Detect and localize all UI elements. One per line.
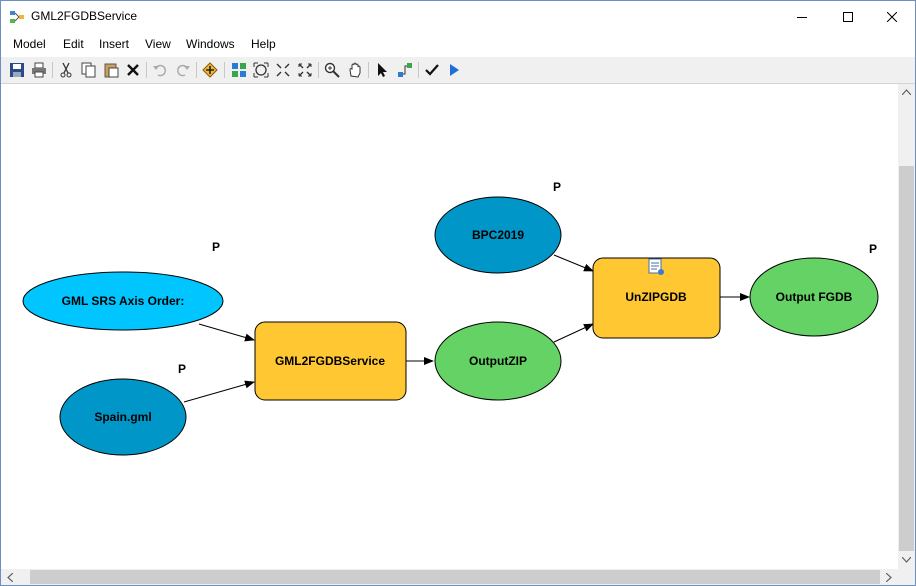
cut-icon xyxy=(60,62,72,78)
model-canvas[interactable]: GML SRS Axis Order: P Spain.gml P GML2FG… xyxy=(1,84,897,569)
paste-button[interactable] xyxy=(102,61,120,79)
parameter-marker: P xyxy=(212,240,220,254)
toolbar-separator xyxy=(318,62,319,78)
model-builder-icon xyxy=(10,11,24,23)
horizontal-scrollbar[interactable] xyxy=(1,569,898,585)
copy-icon xyxy=(81,62,96,78)
scroll-left-icon xyxy=(7,573,13,582)
validate-button[interactable] xyxy=(423,61,441,79)
vertical-scrollbar[interactable] xyxy=(898,84,915,569)
connector-outputzip-to-unzipgdb[interactable] xyxy=(553,323,594,343)
toolbar-separator xyxy=(418,62,419,78)
node-label: Spain.gml xyxy=(94,410,151,424)
scroll-right-icon xyxy=(886,573,892,582)
auto-layout-icon xyxy=(232,63,246,77)
horizontal-scroll-thumb[interactable] xyxy=(30,570,880,584)
connector-gml-srs-to-gml2fgdb[interactable] xyxy=(198,323,255,342)
node-gml-srs-axis-order[interactable]: GML SRS Axis Order: xyxy=(22,271,224,331)
node-bpc2019[interactable]: BPC2019 xyxy=(434,196,562,274)
node-label: GML SRS Axis Order: xyxy=(62,294,185,308)
node-gml2fgdbservice-tool[interactable]: GML2FGDBService xyxy=(254,321,407,401)
connect-icon xyxy=(398,63,412,77)
close-button[interactable] xyxy=(869,1,915,32)
connect-button[interactable] xyxy=(396,61,414,79)
validate-icon xyxy=(425,64,439,76)
toolbar xyxy=(1,57,915,84)
toolbar-separator xyxy=(224,62,225,78)
menu-insert[interactable]: Insert xyxy=(99,37,129,51)
menu-help[interactable]: Help xyxy=(251,37,276,51)
parameter-marker: P xyxy=(178,362,186,376)
save-button[interactable] xyxy=(8,61,26,79)
connector-spain-to-gml2fgdb[interactable] xyxy=(183,380,255,403)
full-extent-icon xyxy=(253,62,269,78)
close-icon xyxy=(887,11,897,22)
node-label: UnZIPGDB xyxy=(625,290,687,304)
toolbar-separator xyxy=(146,62,147,78)
delete-icon xyxy=(127,64,139,76)
add-data-icon xyxy=(202,62,218,78)
model-builder-window: GML2FGDBService Model Edit Insert View W… xyxy=(0,0,916,586)
vertical-scroll-thumb[interactable] xyxy=(899,166,914,551)
toolbar-separator xyxy=(52,62,53,78)
menu-model[interactable]: Model xyxy=(13,37,46,51)
zoom-icon xyxy=(324,62,340,78)
full-extent-button[interactable] xyxy=(252,61,270,79)
node-label: BPC2019 xyxy=(472,228,524,242)
menu-windows[interactable]: Windows xyxy=(186,37,235,51)
zoom-out-fixed-button[interactable] xyxy=(296,61,314,79)
title-bar: GML2FGDBService xyxy=(1,1,915,32)
menu-edit[interactable]: Edit xyxy=(63,37,84,51)
print-icon xyxy=(32,62,46,78)
pan-icon xyxy=(349,62,361,78)
maximize-icon xyxy=(843,11,853,22)
node-label: GML2FGDBService xyxy=(275,354,385,368)
menu-view[interactable]: View xyxy=(145,37,171,51)
node-output-fgdb[interactable]: Output FGDB xyxy=(749,257,879,337)
menu-bar: Model Edit Insert View Windows Help xyxy=(1,33,915,56)
node-unzipgdb-tool[interactable]: UnZIPGDB xyxy=(592,257,721,339)
zoom-out-fixed-icon xyxy=(298,63,312,77)
redo-icon xyxy=(176,64,190,77)
cut-button[interactable] xyxy=(57,61,75,79)
node-label: Output FGDB xyxy=(776,290,853,304)
print-button[interactable] xyxy=(30,61,48,79)
node-label: OutputZIP xyxy=(469,354,527,368)
toolbar-separator xyxy=(196,62,197,78)
model-diagram: GML SRS Axis Order: P Spain.gml P GML2FG… xyxy=(22,180,879,456)
parameter-marker: P xyxy=(869,242,877,256)
maximize-button[interactable] xyxy=(825,1,871,32)
select-icon xyxy=(378,63,387,77)
save-icon xyxy=(10,63,24,77)
scroll-down-icon xyxy=(902,557,911,563)
redo-button[interactable] xyxy=(174,61,192,79)
zoom-in-fixed-button[interactable] xyxy=(274,61,292,79)
node-spain-gml[interactable]: Spain.gml xyxy=(59,378,187,456)
minimize-icon xyxy=(797,16,807,18)
toolbar-separator xyxy=(368,62,369,78)
connector-bpc2019-to-unzipgdb[interactable] xyxy=(553,254,594,272)
undo-icon xyxy=(153,64,167,77)
run-button[interactable] xyxy=(445,61,463,79)
zoom-in-fixed-icon xyxy=(276,63,290,77)
minimize-button[interactable] xyxy=(779,1,825,32)
select-button[interactable] xyxy=(373,61,391,79)
paste-icon xyxy=(104,63,119,78)
delete-button[interactable] xyxy=(124,61,142,79)
window-title: GML2FGDBService xyxy=(31,9,138,23)
pan-button[interactable] xyxy=(346,61,364,79)
zoom-button[interactable] xyxy=(323,61,341,79)
node-outputzip[interactable]: OutputZIP xyxy=(434,321,562,401)
parameter-marker: P xyxy=(553,180,561,194)
auto-layout-button[interactable] xyxy=(230,61,248,79)
scroll-up-icon xyxy=(902,89,911,95)
scrollbar-corner xyxy=(898,569,915,585)
copy-button[interactable] xyxy=(80,61,98,79)
add-data-button[interactable] xyxy=(201,61,219,79)
run-icon xyxy=(450,64,459,76)
undo-button[interactable] xyxy=(151,61,169,79)
